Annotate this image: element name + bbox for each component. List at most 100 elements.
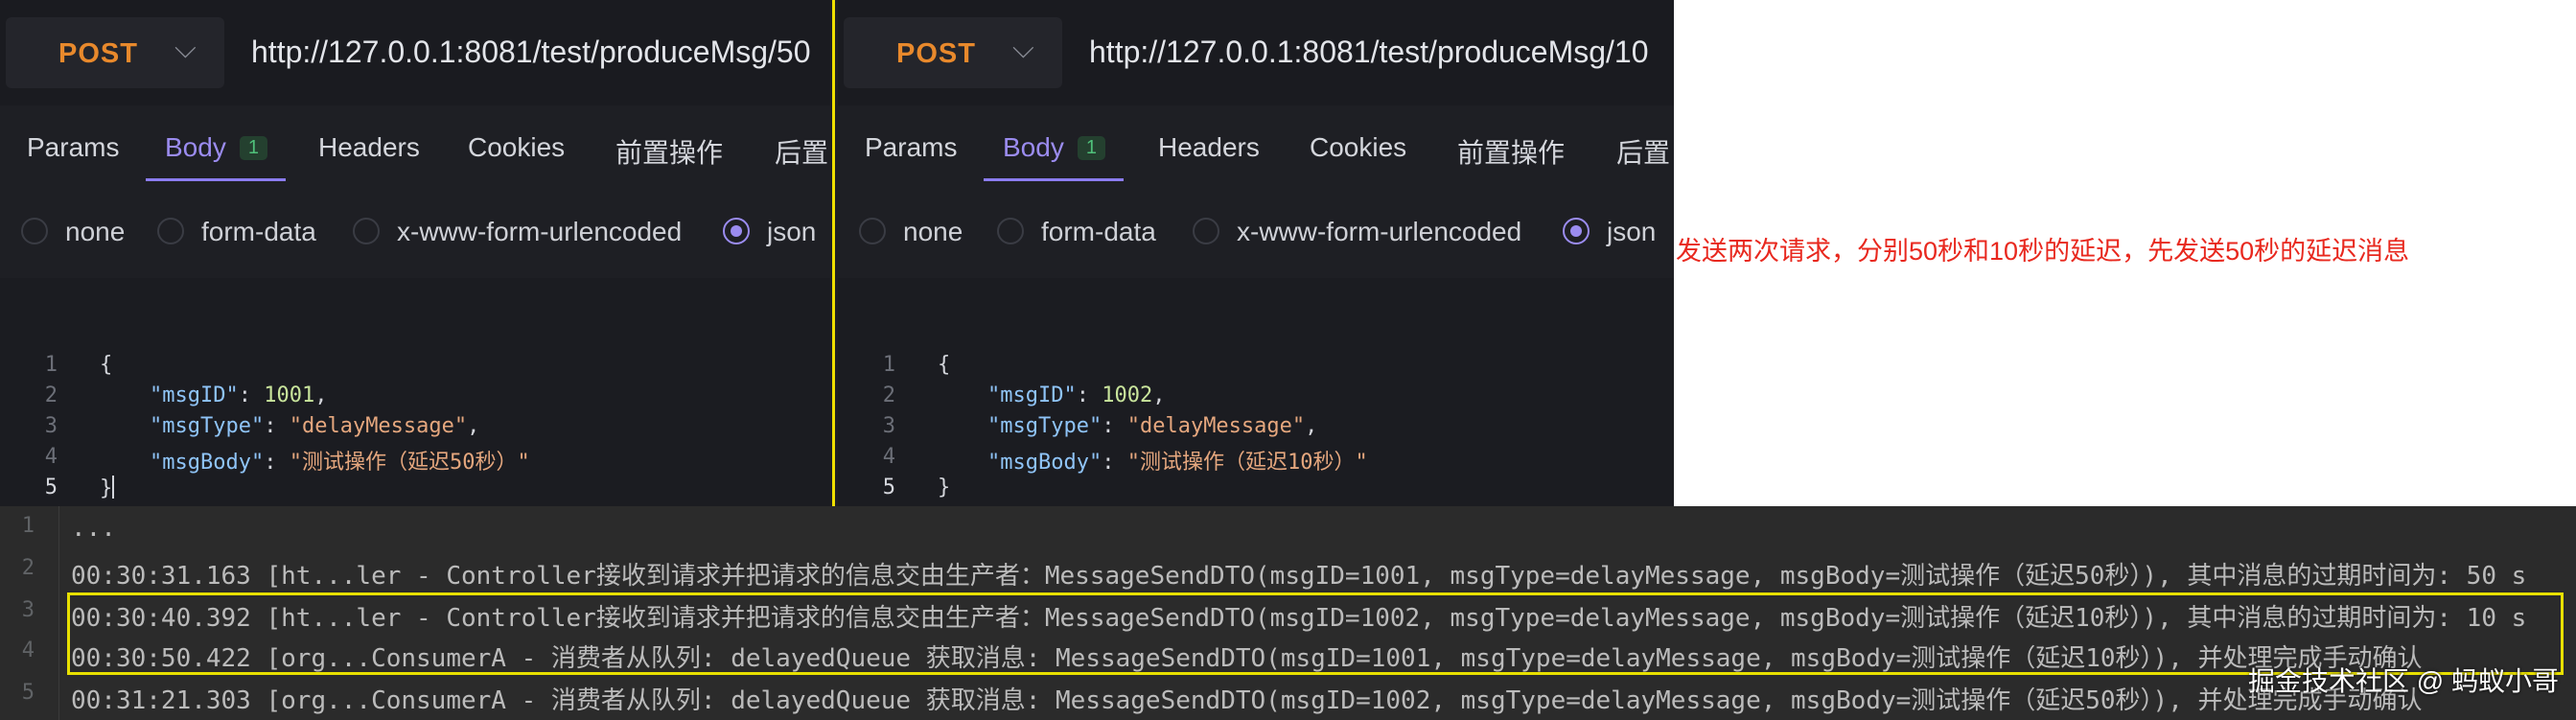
code-brace: {: [938, 353, 951, 377]
tab-body-badge: 1: [1077, 136, 1105, 160]
code-brace: {: [100, 353, 113, 377]
radio-dot-selected: [723, 218, 750, 244]
log-line-number: 1: [21, 514, 35, 538]
radio-label: x-www-form-urlencoded: [397, 217, 683, 246]
chevron-down-icon: ⌵: [174, 33, 197, 64]
log-line-number: 2: [21, 556, 35, 580]
url-input[interactable]: http://127.0.0.1:8081/test/produceMsg/50: [251, 35, 811, 70]
tab-body[interactable]: Body 1: [165, 132, 267, 163]
method-label: POST: [896, 38, 976, 69]
body-type-group: none form-data x-www-form-urlencoded jso…: [838, 205, 1674, 253]
radio-label: x-www-form-urlencoded: [1237, 217, 1522, 246]
line-number: 3: [44, 414, 58, 438]
body-type-group: none form-data x-www-form-urlencoded jso…: [0, 205, 830, 253]
tab-headers[interactable]: Headers: [318, 132, 420, 163]
code-brace: }: [938, 476, 951, 499]
method-select[interactable]: POST ⌵: [844, 17, 1062, 88]
json-key: "msgID": [987, 383, 1077, 407]
tab-body[interactable]: Body 1: [1003, 132, 1105, 163]
tab-cookies[interactable]: Cookies: [468, 132, 565, 163]
tab-params[interactable]: Params: [27, 132, 119, 163]
radio-dot: [21, 218, 48, 244]
log-line-number: 4: [21, 639, 35, 662]
line-number: 3: [882, 414, 895, 438]
tab-body-label: Body: [1003, 132, 1064, 162]
tab-body-label: Body: [165, 132, 226, 162]
tab-params[interactable]: Params: [865, 132, 957, 163]
json-key: "msgType": [150, 414, 265, 438]
line-number: 4: [44, 445, 58, 469]
line-number: 1: [44, 353, 58, 377]
code-line: 1{: [838, 349, 1674, 380]
radio-label: json: [1607, 217, 1657, 246]
radio-dot: [353, 218, 380, 244]
tab-post-operations[interactable]: 后置: [1616, 132, 1670, 171]
code-line: 5}: [0, 472, 830, 502]
tab-cookies[interactable]: Cookies: [1310, 132, 1406, 163]
line-number: 2: [882, 383, 895, 407]
active-tab-indicator: [984, 178, 1124, 181]
code-line: 5}: [838, 472, 1674, 502]
radio-label: form-data: [1041, 217, 1156, 246]
json-key: "msgType": [987, 414, 1102, 438]
line-number: 1: [882, 353, 895, 377]
tab-pre-operations[interactable]: 前置操作: [615, 132, 723, 171]
code-line: 2 "msgID": 1001,: [0, 380, 830, 410]
request-panel-left: POST ⌵ http://127.0.0.1:8081/test/produc…: [0, 0, 830, 506]
log-line-number: 3: [21, 598, 35, 622]
log-line: 5 00:31:21.303 [org...ConsumerA - 消费者从队列:…: [0, 675, 2576, 716]
json-value: "delayMessage": [289, 414, 468, 438]
json-editor[interactable]: 1{ 2 "msgID": 1001, 3 "msgType": "delayMes…: [0, 278, 830, 506]
text-cursor: [112, 476, 115, 499]
json-value: 1001: [264, 383, 315, 407]
code-line: 1{: [0, 349, 830, 380]
log-text: ...: [71, 514, 116, 543]
log-text: 00:31:21.303 [org...ConsumerA - 消费者从队列: …: [71, 686, 2423, 715]
code-line: 4 "msgBody": "测试操作（延迟50秒）": [0, 441, 830, 475]
log-text: 00:30:31.163 [ht...ler - Controller接收到请求…: [71, 562, 2527, 591]
radio-dot-selected: [1563, 218, 1590, 244]
watermark: 掘金技术社区 @ 蚂蚁小哥: [2248, 666, 2559, 696]
method-label: POST: [58, 38, 138, 69]
request-tabs: Params Body 1 Headers Cookies 前置操作 后置: [838, 115, 1674, 184]
active-tab-indicator: [146, 178, 286, 181]
json-editor[interactable]: 1{ 2 "msgID": 1002, 3 "msgType": "delayMes…: [838, 278, 1674, 506]
highlight-box: [67, 592, 2564, 675]
radio-dot: [1193, 218, 1219, 244]
url-input[interactable]: http://127.0.0.1:8081/test/produceMsg/10: [1089, 35, 1649, 70]
tab-pre-operations[interactable]: 前置操作: [1457, 132, 1565, 171]
code-brace: }: [100, 476, 113, 500]
console-output: 1... 2 00:30:31.163 [ht...ler - Controlle…: [0, 506, 2576, 720]
tab-headers[interactable]: Headers: [1158, 132, 1260, 163]
log-line: 2 00:30:31.163 [ht...ler - Controller接收到请…: [0, 550, 2576, 592]
line-number: 5: [882, 476, 895, 499]
url-bar: POST ⌵ http://127.0.0.1:8081/test/produc…: [838, 0, 1674, 105]
chevron-down-icon: ⌵: [1012, 33, 1034, 64]
json-value: "delayMessage": [1126, 414, 1306, 438]
line-number: 2: [44, 383, 58, 407]
json-value: 1002: [1102, 383, 1153, 407]
annotation-text: 发送两次请求，分别50秒和10秒的延迟，先发送50秒的延迟消息: [1676, 237, 2410, 266]
request-panel-right: POST ⌵ http://127.0.0.1:8081/test/produc…: [838, 0, 1674, 506]
divider-line: [832, 0, 835, 506]
method-select[interactable]: POST ⌵: [6, 17, 224, 88]
log-line: 1...: [0, 508, 2576, 549]
radio-dot: [859, 218, 886, 244]
code-line: 3 "msgType": "delayMessage",: [0, 410, 830, 441]
url-bar: POST ⌵ http://127.0.0.1:8081/test/produc…: [0, 0, 830, 105]
request-tabs: Params Body 1 Headers Cookies 前置操作 后置: [0, 115, 830, 184]
code-line: 3 "msgType": "delayMessage",: [838, 410, 1674, 441]
tab-post-operations[interactable]: 后置: [775, 132, 828, 171]
radio-label: none: [903, 217, 963, 246]
radio-dot: [997, 218, 1024, 244]
line-number: 4: [882, 445, 895, 469]
json-key: "msgID": [150, 383, 239, 407]
radio-label: json: [767, 217, 817, 246]
radio-label: none: [65, 217, 126, 246]
tab-body-badge: 1: [239, 136, 267, 160]
code-line: 4 "msgBody": "测试操作（延迟10秒）": [838, 441, 1674, 475]
line-number: 5: [44, 476, 58, 499]
code-line: 2 "msgID": 1002,: [838, 380, 1674, 410]
log-line-number: 5: [21, 681, 35, 705]
radio-dot: [157, 218, 184, 244]
